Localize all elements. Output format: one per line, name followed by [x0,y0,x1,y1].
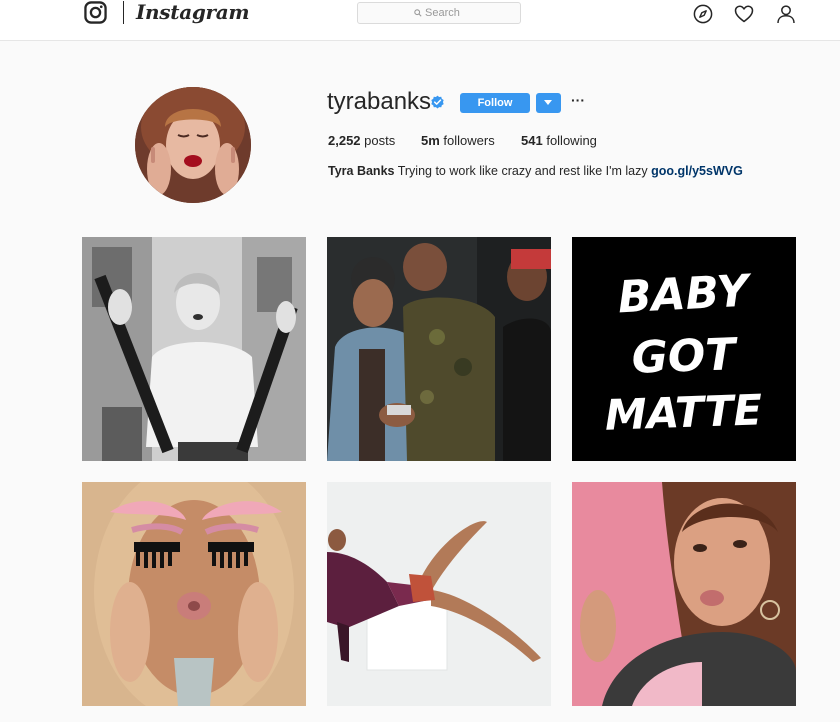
artwork-line-1: BABY [617,265,754,323]
suggestions-dropdown-button[interactable] [536,93,561,113]
heart-icon[interactable] [734,4,754,24]
top-nav: Instagram Search [0,0,840,41]
following-count[interactable]: 541 following [521,133,597,148]
posts-count: 2,252 posts [328,133,395,148]
profile-icon[interactable] [776,4,796,24]
post-thumbnail[interactable] [327,482,551,706]
posts-count-label: posts [364,133,396,148]
post-image [327,237,551,461]
profile-username: tyrabanks [327,88,432,115]
artwork-line-3: MATTE [604,385,763,439]
post-thumbnail[interactable] [82,237,306,461]
bio-text: Trying to work like crazy and rest like … [397,164,648,178]
post-image [82,482,306,706]
followers-count[interactable]: 5m followers [421,133,495,148]
avatar-photo [135,87,251,203]
instagram-logo-icon[interactable] [84,1,107,24]
post-image: BABY GOT MATTE [572,237,796,461]
post-thumbnail[interactable] [82,482,306,706]
post-image [82,237,306,461]
follow-button[interactable]: Follow [460,93,530,113]
compass-icon[interactable] [693,4,713,24]
avatar[interactable] [135,87,251,203]
search-input[interactable]: Search [357,2,521,24]
chevron-down-icon [544,100,552,105]
post-image [572,482,796,706]
followers-count-label: followers [443,133,495,148]
brand-wordmark[interactable]: Instagram [136,0,250,24]
profile-bio: Tyra Banks Trying to work like crazy and… [328,164,743,178]
search-icon [414,9,422,17]
post-thumbnail[interactable] [327,237,551,461]
post-thumbnail[interactable]: BABY GOT MATTE [572,237,796,461]
bio-link[interactable]: goo.gl/y5sWVG [651,164,743,178]
followers-count-value: 5m [421,133,440,148]
profile-full-name: Tyra Banks [328,164,395,178]
post-image [327,482,551,706]
following-count-value: 541 [521,133,543,148]
search-placeholder: Search [425,7,460,19]
logo-divider [123,1,124,24]
artwork-line-2: GOT [631,329,739,384]
post-thumbnail[interactable] [572,482,796,706]
following-count-label: following [546,133,597,148]
more-options-button[interactable]: ··· [571,92,585,108]
posts-count-value: 2,252 [328,133,361,148]
verified-badge-icon [431,95,444,109]
